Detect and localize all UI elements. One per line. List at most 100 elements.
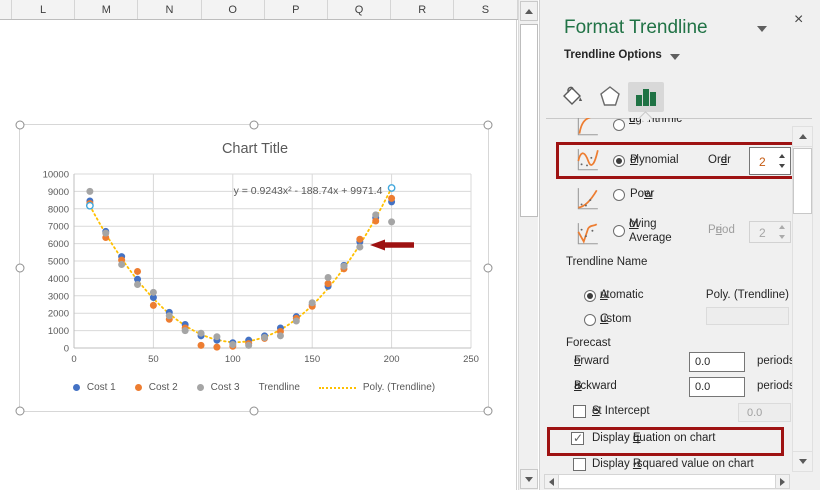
chart-plot[interactable]: 0100020003000400050006000700080009000100… <box>20 125 490 413</box>
chart-resize-handle[interactable] <box>484 407 493 416</box>
data-point-cost-3 <box>102 230 109 237</box>
tab-fill-line[interactable] <box>557 82 587 112</box>
automatic-label[interactable]: Automatic <box>600 289 643 301</box>
forward-periods-label: periods <box>757 355 792 367</box>
y-tick-label: 5000 <box>48 257 69 268</box>
legend-label: Poly. (Trendline) <box>363 382 435 393</box>
spin-down-icon[interactable] <box>779 164 785 168</box>
data-point-cost-3 <box>134 281 141 288</box>
data-point-cost-3 <box>213 333 220 340</box>
legend-label: Trendline <box>259 382 300 393</box>
set-intercept-checkbox[interactable] <box>573 405 586 418</box>
forward-label: Forward <box>574 355 609 367</box>
column-header-Q[interactable]: Q <box>328 0 391 19</box>
y-tick-label: 7000 <box>48 222 69 233</box>
pane-title: Format Trendline <box>564 17 708 39</box>
x-tick-label: 150 <box>304 354 320 365</box>
custom-name-input <box>706 307 789 325</box>
custom-label[interactable]: Custom <box>600 313 631 325</box>
pane-scrollbar-thumb[interactable] <box>793 148 812 214</box>
data-point-cost-3 <box>182 327 189 334</box>
legend-item[interactable]: Cost 1 <box>73 382 116 393</box>
pane-hscrollbar-thumb[interactable] <box>559 474 775 489</box>
forward-input[interactable] <box>689 352 745 372</box>
tab-effects[interactable] <box>595 82 625 112</box>
column-header-N[interactable]: N <box>138 0 201 19</box>
automatic-radio[interactable] <box>584 290 596 302</box>
scroll-down-icon[interactable] <box>793 451 812 471</box>
period-value: 2 <box>759 226 766 240</box>
chart-resize-handle[interactable] <box>16 407 25 416</box>
backward-label: Backward <box>574 380 617 392</box>
column-header-S[interactable]: S <box>454 0 517 19</box>
pane-close-icon[interactable]: × <box>794 12 803 28</box>
custom-radio[interactable] <box>584 314 596 326</box>
logarithmic-trend-icon <box>574 118 600 138</box>
display-equation-label[interactable]: Display Equation on chart <box>592 432 715 444</box>
options-chevron-icon[interactable] <box>670 54 680 60</box>
spin-up-icon[interactable] <box>779 154 785 158</box>
order-spinner[interactable]: 2 <box>749 147 791 175</box>
pane-vertical-scrollbar[interactable] <box>792 126 813 472</box>
legend-item[interactable]: Cost 3 <box>197 382 240 393</box>
trendline-endpoint-marker <box>87 203 93 209</box>
tab-trendline-options[interactable] <box>628 82 664 112</box>
chart-resize-handle[interactable] <box>484 264 493 273</box>
display-r-squared-label[interactable]: Display R-squared value on chart <box>592 458 754 470</box>
data-point-cost-3 <box>388 218 395 225</box>
legend-item[interactable]: Trendline <box>259 382 300 393</box>
scroll-up-icon[interactable] <box>520 1 538 21</box>
moving-average-radio[interactable] <box>613 225 625 237</box>
column-header-P[interactable]: P <box>265 0 328 19</box>
trendline-options-heading[interactable]: Trendline Options <box>564 49 662 61</box>
moving-average-label-line1[interactable]: Moving <box>629 218 657 230</box>
scroll-down-icon[interactable] <box>520 469 538 489</box>
backward-input[interactable] <box>689 377 745 397</box>
legend-marker-dot <box>135 384 142 391</box>
chart-resize-handle[interactable] <box>484 121 493 130</box>
data-point-cost-3 <box>356 244 363 251</box>
column-header-M[interactable]: M <box>75 0 138 19</box>
chart-resize-handle[interactable] <box>16 264 25 273</box>
data-point-cost-3 <box>309 299 316 306</box>
chart-legend: Cost 1 Cost 2 Cost 3 Trendline Poly. (Trendl… <box>20 382 488 393</box>
chart-resize-handle[interactable] <box>250 121 259 130</box>
power-radio[interactable] <box>613 189 625 201</box>
polynomial-label[interactable]: Polynomial <box>630 154 679 166</box>
data-point-cost-3 <box>245 342 252 349</box>
scroll-left-icon[interactable] <box>544 474 559 489</box>
data-point-cost-2 <box>325 280 332 287</box>
logarithmic-label[interactable]: Logarithmic <box>629 118 682 125</box>
power-label[interactable]: Power <box>630 188 654 200</box>
pane-horizontal-scrollbar[interactable] <box>544 474 790 489</box>
legend-item[interactable]: Cost 2 <box>135 382 178 393</box>
polynomial-radio[interactable] <box>613 155 625 167</box>
display-r-squared-checkbox[interactable] <box>573 458 586 471</box>
trendline-equation: y = 0.9243x² - 188.74x + 9971.4 <box>234 185 383 197</box>
scroll-up-icon[interactable] <box>793 127 812 147</box>
chart-object[interactable]: 0100020003000400050006000700080009000100… <box>19 124 489 412</box>
pane-menu-chevron-icon[interactable] <box>757 26 767 32</box>
legend-label: Cost 1 <box>87 382 116 393</box>
order-value[interactable]: 2 <box>759 155 766 169</box>
y-tick-label: 8000 <box>48 204 69 215</box>
column-header-O[interactable]: O <box>202 0 265 19</box>
set-intercept-label[interactable]: Set Intercept <box>592 405 650 417</box>
column-header-L[interactable]: L <box>12 0 75 19</box>
moving-average-label-line2[interactable]: Average <box>629 232 672 244</box>
sheet-vertical-scrollbar[interactable] <box>518 0 538 490</box>
chart-resize-handle[interactable] <box>250 407 259 416</box>
spin-down-icon <box>779 235 785 239</box>
column-header-R[interactable]: R <box>391 0 454 19</box>
scroll-right-icon[interactable] <box>775 474 790 489</box>
sheet-scrollbar-thumb[interactable] <box>520 24 538 217</box>
data-point-cost-2 <box>388 195 395 202</box>
chart-resize-handle[interactable] <box>16 121 25 130</box>
display-equation-checkbox[interactable] <box>571 432 584 445</box>
forecast-heading: Forecast <box>566 337 611 349</box>
logarithmic-radio[interactable] <box>613 119 625 131</box>
legend-item[interactable]: Poly. (Trendline) <box>319 382 435 393</box>
y-tick-label: 1000 <box>48 326 69 337</box>
data-point-cost-3 <box>325 274 332 281</box>
column-header-partial[interactable] <box>0 0 12 19</box>
